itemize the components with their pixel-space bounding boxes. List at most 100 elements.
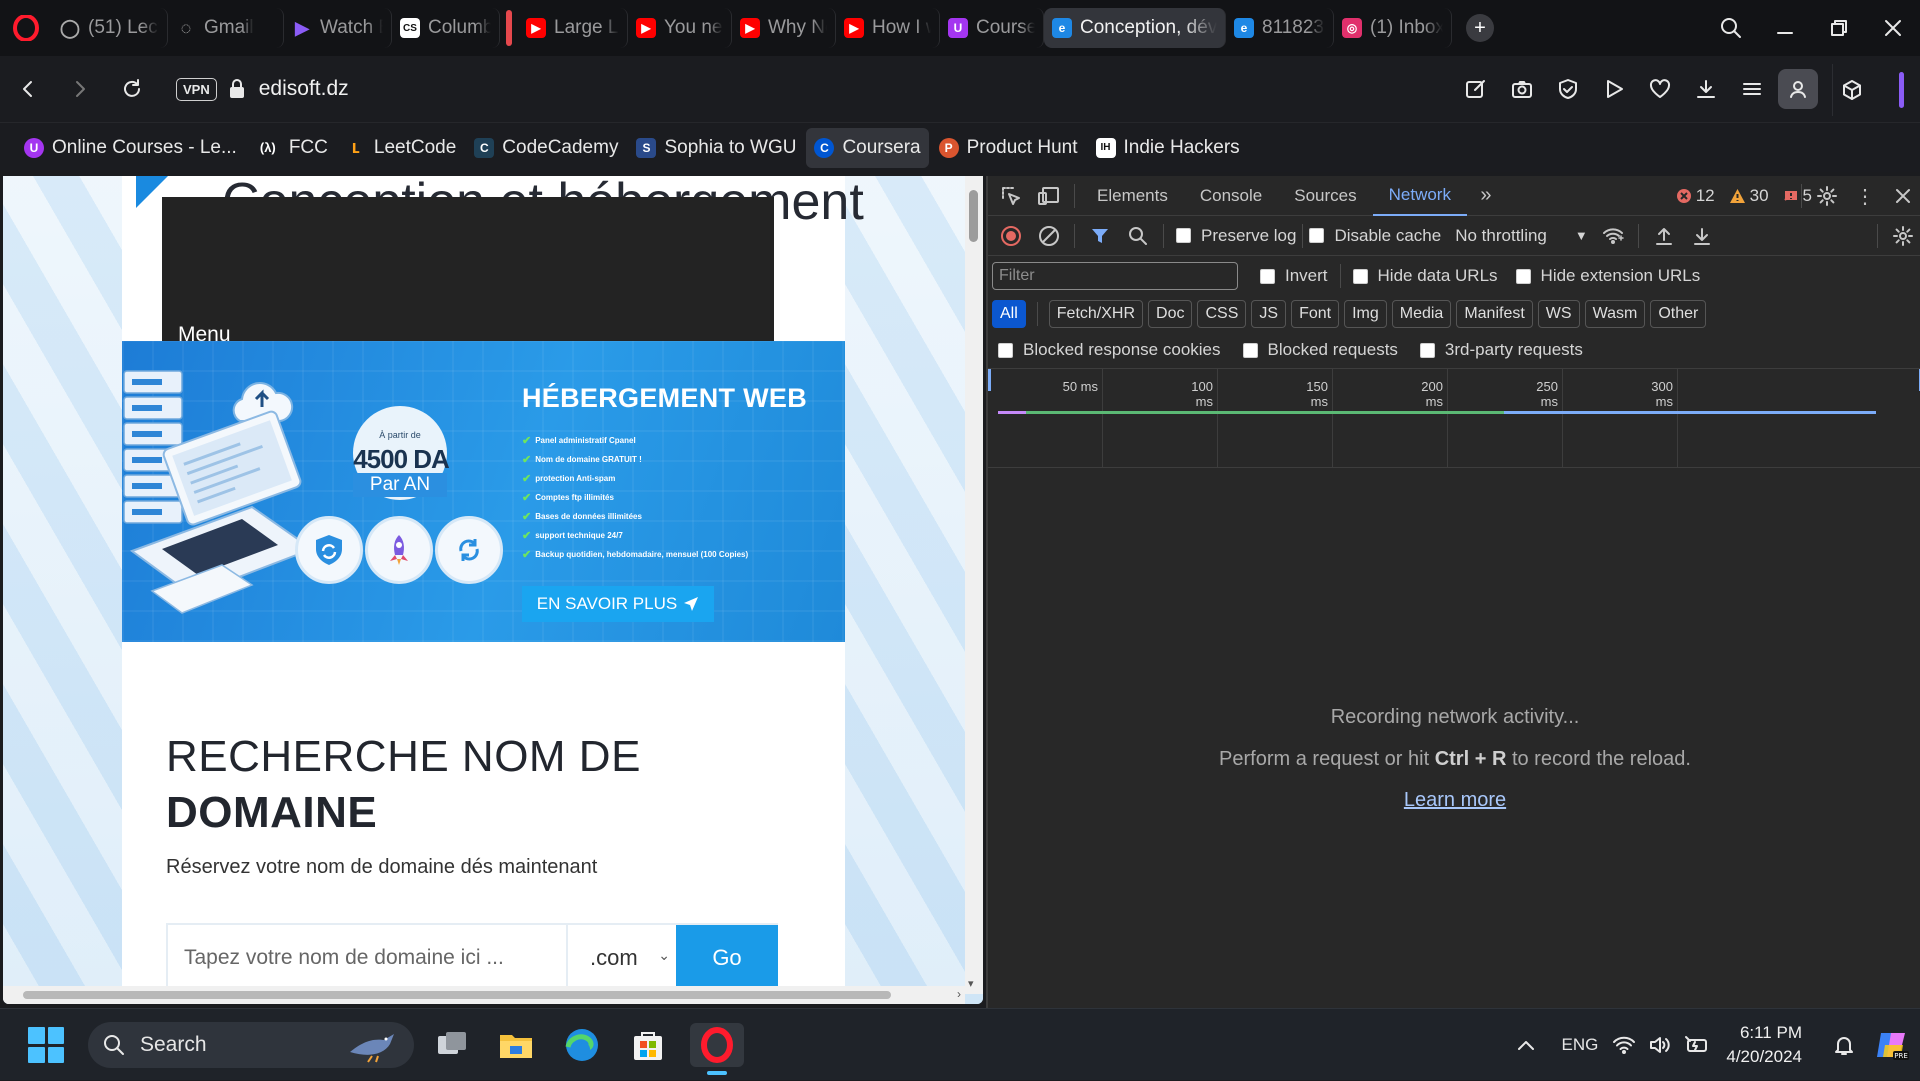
browser-tab[interactable]: ◌ Gmail <box>168 8 284 48</box>
vpn-badge[interactable]: VPN <box>176 77 217 101</box>
devtools-tab-sources[interactable]: Sources <box>1278 176 1372 216</box>
search-icon[interactable] <box>1119 216 1157 256</box>
device-toolbar-icon[interactable] <box>1030 176 1068 216</box>
edge-browser-icon[interactable] <box>560 1023 604 1067</box>
microsoft-store-icon[interactable] <box>626 1023 670 1067</box>
error-count[interactable]: 12 <box>1676 186 1715 206</box>
camera-icon[interactable] <box>1500 67 1544 111</box>
network-settings-gear-icon[interactable] <box>1884 216 1920 256</box>
learn-more-cta-button[interactable]: EN SAVOIR PLUS <box>522 586 714 622</box>
network-conditions-wifi-icon[interactable] <box>1594 216 1632 256</box>
clock[interactable]: 6:11 PM 4/20/2024 <box>1726 1021 1802 1069</box>
profile-button[interactable] <box>1776 67 1820 111</box>
devtools-counts[interactable]: 12 30 5 <box>1676 176 1812 216</box>
bookmark-item[interactable]: U Online Courses - Le... <box>16 128 245 168</box>
opera-logo-icon[interactable] <box>0 0 52 56</box>
edit-icon[interactable] <box>1454 67 1498 111</box>
domain-name-input[interactable] <box>168 925 566 991</box>
page-vertical-scrollbar[interactable]: ▾ <box>965 176 983 994</box>
sidebar-indicator[interactable] <box>1899 72 1904 108</box>
blocked-response-cookies-checkbox[interactable]: Blocked response cookies <box>998 340 1221 360</box>
bookmark-item[interactable]: ʟ LeetCode <box>338 128 464 168</box>
checkbox-box[interactable] <box>1260 268 1275 284</box>
notification-bell-icon[interactable] <box>1824 1034 1864 1056</box>
browser-tab[interactable]: ◎ (1) Inbox <box>1334 8 1452 48</box>
type-filter-wasm[interactable]: Wasm <box>1584 300 1646 328</box>
page-horizontal-scrollbar[interactable]: › <box>3 986 965 1004</box>
type-filter-other[interactable]: Other <box>1650 300 1707 328</box>
clear-log-icon[interactable] <box>1030 216 1068 256</box>
devtools-tab-elements[interactable]: Elements <box>1081 176 1184 216</box>
checkbox-box[interactable] <box>1419 342 1435 358</box>
export-har-download-icon[interactable] <box>1683 216 1721 256</box>
browser-tab[interactable]: ▶ Large Lan <box>518 8 628 48</box>
timeline-left-handle[interactable] <box>988 369 991 391</box>
minimize-button[interactable] <box>1758 0 1812 56</box>
invert-checkbox[interactable]: Invert <box>1260 266 1328 286</box>
reload-button[interactable] <box>106 63 158 115</box>
task-view-icon[interactable] <box>430 1023 474 1067</box>
bookmark-item[interactable]: S Sophia to WGU <box>628 128 804 168</box>
browser-tab[interactable]: e 81182392 <box>1226 8 1334 48</box>
third-party-requests-checkbox[interactable]: 3rd-party requests <box>1419 340 1583 360</box>
new-tab-button[interactable]: + <box>1466 14 1494 42</box>
devtools-tab-console[interactable]: Console <box>1184 176 1278 216</box>
restore-button[interactable] <box>1812 0 1866 56</box>
type-filter-all[interactable]: All <box>992 300 1026 328</box>
network-overview-timeline[interactable]: 50 ms 100 ms 150 ms 200 ms 250 ms 300 ms <box>988 368 1920 468</box>
bookmark-item[interactable]: (λ) FCC <box>247 128 336 168</box>
devtools-more-menu-icon[interactable]: ⋮ <box>1846 176 1884 216</box>
checkbox-box[interactable] <box>1309 228 1325 243</box>
bookmark-item[interactable]: P Product Hunt <box>931 128 1086 168</box>
bookmark-item[interactable]: C Coursera <box>806 127 929 168</box>
bookmark-item[interactable]: C CodeCademy <box>466 128 626 168</box>
tld-select[interactable]: .com ⌄ <box>566 925 676 991</box>
page-vertical-scroll-thumb[interactable] <box>969 190 978 242</box>
warning-count[interactable]: 30 <box>1729 186 1769 206</box>
type-filter-doc[interactable]: Doc <box>1148 300 1193 328</box>
browser-tab[interactable]: U Course: C <box>940 8 1044 48</box>
throttling-select[interactable]: No throttling ▼ <box>1455 226 1588 246</box>
filter-funnel-icon[interactable] <box>1081 216 1119 256</box>
devtools-close-icon[interactable] <box>1884 176 1920 216</box>
shield-icon[interactable] <box>1546 67 1590 111</box>
browser-tab[interactable]: e Conception, déve <box>1044 8 1226 48</box>
type-filter-fetch-xhr[interactable]: Fetch/XHR <box>1048 300 1144 328</box>
network-filter-input[interactable] <box>992 262 1238 290</box>
type-filter-media[interactable]: Media <box>1391 300 1452 328</box>
learn-more-link[interactable]: Learn more <box>1404 780 1506 820</box>
tab-search-icon[interactable] <box>1704 0 1758 56</box>
hide-extension-urls-checkbox[interactable]: Hide extension URLs <box>1515 266 1700 286</box>
browser-tab[interactable]: ▶ Why Net <box>732 8 836 48</box>
preserve-log-checkbox[interactable]: Preserve log <box>1176 226 1296 246</box>
close-window-button[interactable] <box>1866 0 1920 56</box>
page-horizontal-scroll-thumb[interactable] <box>23 991 891 999</box>
type-filter-img[interactable]: Img <box>1344 300 1387 328</box>
import-har-upload-icon[interactable] <box>1645 216 1683 256</box>
hide-data-urls-checkbox[interactable]: Hide data URLs <box>1352 266 1498 286</box>
devtools-tab-network[interactable]: Network <box>1372 176 1467 216</box>
type-filter-ws[interactable]: WS <box>1537 300 1580 328</box>
copilot-icon[interactable]: PRE <box>1864 1029 1920 1061</box>
opera-taskbar-icon[interactable] <box>690 1023 744 1075</box>
type-filter-manifest[interactable]: Manifest <box>1456 300 1533 328</box>
disable-cache-checkbox[interactable]: Disable cache <box>1309 226 1441 246</box>
network-volume-battery-group[interactable] <box>1612 1035 1710 1055</box>
forward-button[interactable] <box>54 63 106 115</box>
type-filter-font[interactable]: Font <box>1291 300 1340 328</box>
checkbox-box[interactable] <box>1515 268 1531 284</box>
windows-start-icon[interactable] <box>28 1027 64 1063</box>
checkbox-box[interactable] <box>1242 342 1258 358</box>
browser-tab[interactable]: CS Columbus <box>392 8 500 48</box>
bookmark-item[interactable]: IH Indie Hackers <box>1088 128 1248 168</box>
record-stop-icon[interactable] <box>992 216 1030 256</box>
show-hidden-icons-chevron-up-icon[interactable] <box>1504 1039 1548 1051</box>
browser-tab[interactable]: ▶ You need <box>628 8 732 48</box>
taskbar-search-box[interactable]: Search <box>88 1022 414 1068</box>
cube-icon[interactable] <box>1841 79 1863 101</box>
scroll-right-arrow-icon[interactable]: › <box>957 987 961 1001</box>
inspect-element-icon[interactable] <box>992 176 1030 216</box>
browser-tab[interactable]: ▶ Watch Bo <box>284 8 392 48</box>
devtools-settings-gear-icon[interactable] <box>1808 176 1846 216</box>
go-button[interactable]: Go <box>676 925 778 991</box>
